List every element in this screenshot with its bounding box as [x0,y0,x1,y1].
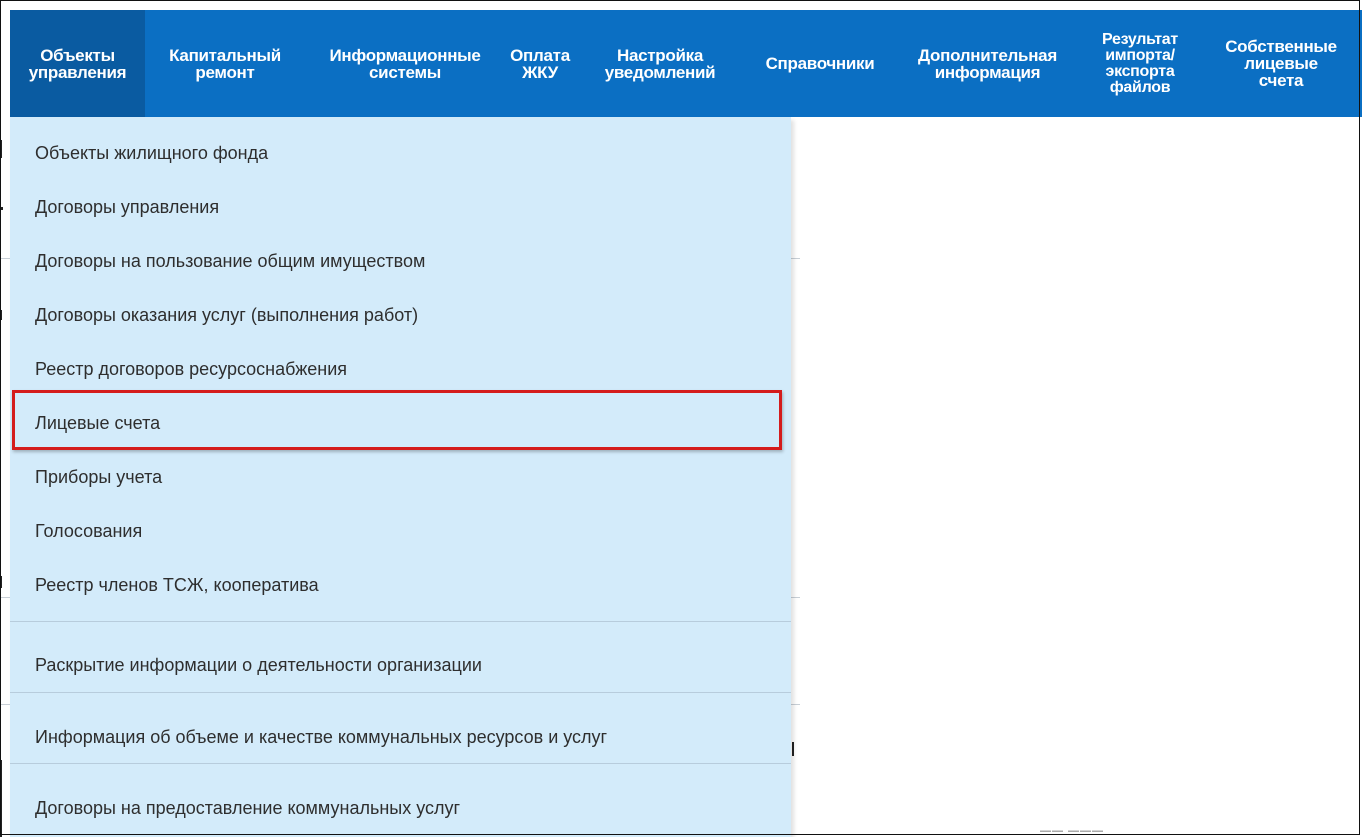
objects-management-dropdown: Объекты жилищного фонда Договоры управле… [10,117,791,837]
menu-separator [10,692,791,693]
menu-item-label: Реестр членов ТСЖ, кооператива [35,574,319,595]
bg-edge-mark [0,760,2,837]
menu-item-info-disclosure[interactable]: Раскрытие информации о деятельности орга… [10,639,791,691]
menu-item-personal-accounts[interactable]: Лицевые счета [10,397,791,449]
nav-capital-repair[interactable]: Капитальный ремонт [145,10,305,117]
nav-information-systems[interactable]: Информационные системы [305,10,505,117]
bg-edge-mark [0,140,2,158]
menu-item-label: Договоры на пользование общим имуществом [35,250,426,271]
nav-own-personal-accounts[interactable]: Собственные лицевые счета [1200,10,1362,117]
menu-item-meters[interactable]: Приборы учета [10,451,791,503]
menu-item-label: Лицевые счета [35,412,161,433]
nav-objects-management[interactable]: Объекты управления [10,10,145,117]
nav-additional-info[interactable]: Дополнительная информация [895,10,1080,117]
nav-utility-payment[interactable]: Оплата ЖКУ [505,10,575,117]
menu-item-label: Раскрытие информации о деятельности орга… [35,654,482,675]
bg-edge-mark [0,207,3,210]
menu-item-hoa-members-registry[interactable]: Реестр членов ТСЖ, кооператива [10,559,791,611]
main-nav: Объекты управления Капитальный ремонт Ин… [10,10,1362,117]
menu-item-label: Объекты жилищного фонда [35,142,269,163]
nav-import-export-result[interactable]: Результат импорта/ экспорта файлов [1080,10,1200,117]
menu-item-label: Реестр договоров ресурсоснабжения [35,358,348,379]
menu-item-management-contracts[interactable]: Договоры управления [10,181,791,233]
menu-item-voting[interactable]: Голосования [10,505,791,557]
menu-item-housing-objects[interactable]: Объекты жилищного фонда [10,127,791,179]
menu-item-label: Договоры управления [35,196,220,217]
menu-separator [10,621,791,622]
menu-item-label: Договоры оказания услуг (выполнения рабо… [35,304,419,325]
menu-item-label: Приборы учета [35,466,163,487]
bg-truncated-text: —— ——— [1040,825,1105,837]
nav-notification-settings[interactable]: Настройка уведомлений [575,10,745,117]
bg-edge-mark [792,742,794,756]
menu-item-service-contracts[interactable]: Договоры оказания услуг (выполнения рабо… [10,289,791,341]
menu-separator [10,763,791,764]
menu-item-label: Голосования [35,520,143,541]
nav-reference-books[interactable]: Справочники [745,10,895,117]
bg-edge-mark [0,576,2,588]
menu-item-label: Договоры на предоставление коммунальных … [35,797,461,818]
menu-item-resource-supply-registry[interactable]: Реестр договоров ресурсоснабжения [10,343,791,395]
menu-item-label: Информация об объеме и качестве коммунал… [35,726,608,747]
menu-item-utility-volume-quality[interactable]: Информация об объеме и качестве коммунал… [10,711,791,763]
menu-item-common-property-contracts[interactable]: Договоры на пользование общим имуществом [10,235,791,287]
bg-edge-mark [0,310,2,320]
menu-item-utility-service-contracts[interactable]: Договоры на предоставление коммунальных … [10,782,791,834]
